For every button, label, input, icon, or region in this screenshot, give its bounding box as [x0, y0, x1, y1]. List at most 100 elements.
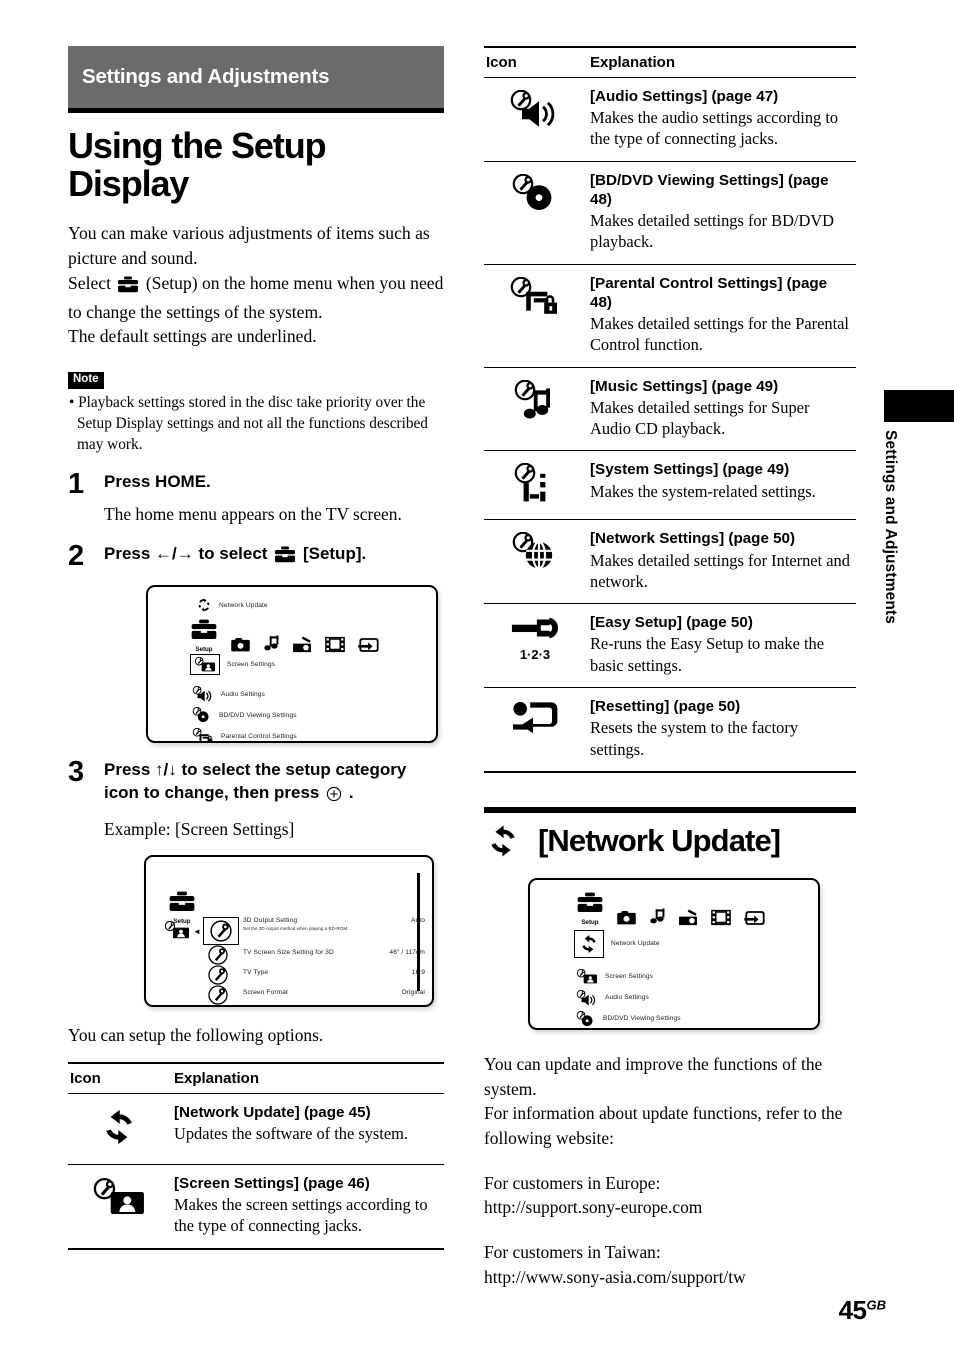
page-number: 45	[838, 1295, 867, 1325]
step-3-heading-post: .	[348, 782, 354, 802]
tv-item-audio-settings[interactable]: Audio Settings	[576, 989, 649, 1006]
step-2-heading-post: [Setup].	[302, 543, 367, 563]
table-row: [Screen Settings] (page 46) Makes the sc…	[68, 1164, 444, 1250]
option-title: [Network Update] (page 45)	[174, 1103, 371, 1121]
bd-dvd-viewing-settings-icon	[576, 1010, 593, 1026]
table-cell-icon	[484, 77, 588, 162]
tv-selected-row-box	[203, 917, 239, 946]
intro-line-2: Select (Setup) on the home menu when you…	[68, 271, 444, 325]
table-cell-explanation: [Audio Settings] (page 47) Makes the aud…	[588, 77, 856, 162]
tv-item-label: Audio Settings	[605, 994, 649, 1002]
step-3-heading-pre: Press ↑/↓ to select the setup category i…	[104, 760, 407, 802]
right-column: Icon Explanation [Audio Settings] (page …	[484, 46, 856, 1289]
taiwan-label: For customers in Taiwan:	[484, 1242, 661, 1263]
network-update-section: [Network Update] Setup Network Update Sc…	[484, 806, 856, 1290]
resetting-icon	[513, 702, 558, 734]
intro-line-2-pre: Select	[68, 272, 111, 293]
tv-item-parental-control[interactable]: Parental Control Settings	[192, 728, 297, 744]
screen-settings-icon	[576, 968, 597, 984]
parental-control-settings-icon	[192, 728, 213, 744]
tv-row-tv-screen-size[interactable]: TV Screen Size Setting for 3D 46" / 117c…	[243, 949, 425, 956]
europe-url[interactable]: http://support.sony-europe.com	[484, 1195, 856, 1220]
section-heading: [Network Update]	[484, 822, 856, 860]
table-row: [Network Settings] (page 50) Makes detai…	[484, 519, 856, 605]
tv-item-screen-settings[interactable]: Screen Settings	[576, 968, 653, 984]
screen-settings-icon	[164, 921, 189, 939]
tv-item-network-update[interactable]: Network Update	[574, 929, 660, 958]
step-2-number: 2	[68, 539, 85, 572]
tv-item-audio-settings[interactable]: Audio Settings	[192, 686, 265, 702]
audio-settings-icon	[576, 989, 596, 1006]
setup-toolbox-icon	[169, 892, 195, 912]
tv-row-label: 3D Output Setting	[243, 917, 298, 925]
step-3: 3 Press ↑/↓ to select the setup category…	[68, 756, 444, 1008]
table-cell-explanation: [Network Settings] (page 50) Makes detai…	[588, 519, 856, 605]
setup-toolbox-icon	[577, 892, 603, 912]
tv-media-icon-strip: Setup	[576, 892, 766, 926]
table-header-row: Icon Explanation	[484, 46, 856, 78]
option-title: [System Settings] (page 49)	[590, 461, 790, 479]
option-title: [BD/DVD Viewing Settings] (page 48)	[590, 171, 829, 208]
tv-row-value: Original	[401, 989, 425, 997]
bd-dvd-viewing-settings-icon	[192, 707, 209, 723]
step-2-heading-pre: Press ←/→ to select	[104, 543, 268, 563]
left-column: Settings and Adjustments Using the Setup…	[68, 46, 444, 1250]
tv-item-bd-dvd-settings[interactable]: BD/DVD Viewing Settings	[576, 1010, 681, 1027]
wrench-circle-icon	[208, 985, 228, 1006]
option-title: [Audio Settings] (page 47)	[590, 88, 779, 105]
table-cell-icon	[484, 161, 588, 265]
table-cell-explanation: [Parental Control Settings] (page 48) Ma…	[588, 264, 856, 368]
tv-screen-settings-mockup: Setup ◄ 3D Output Setting Set the 3D out…	[144, 855, 434, 1008]
option-desc: Resets the system to the factory setting…	[590, 718, 799, 759]
tv-item-screen-settings[interactable]: Screen Settings	[190, 654, 275, 676]
tv-selection-box	[190, 654, 220, 676]
step-2: 2 Press ←/→ to select [Setup]. Network U…	[68, 539, 444, 744]
table-row: [System Settings] (page 49) Makes the sy…	[484, 450, 856, 521]
chapter-header-title: Settings and Adjustments	[82, 65, 330, 88]
tv-setup-icon-group: Setup	[190, 619, 218, 653]
table-cell-icon	[484, 519, 588, 605]
note-tag: Note	[68, 372, 104, 389]
table-header-explanation: Explanation	[588, 46, 856, 78]
network-update-icon	[582, 934, 596, 953]
tv-row-desc: Set the 3D output method when playing a …	[243, 926, 349, 932]
step-3-number: 3	[68, 756, 85, 789]
option-desc: Updates the software of the system.	[174, 1123, 408, 1143]
tv-scrollbar[interactable]	[417, 873, 420, 992]
radio-icon	[293, 636, 311, 653]
option-desc: Re-runs the Easy Setup to make the basic…	[590, 634, 824, 675]
film-strip-icon	[325, 637, 345, 653]
tv-item-label: Network Update	[611, 940, 660, 948]
easy-setup-icon-caption: 1·2·3	[519, 647, 551, 663]
side-tab-block	[884, 390, 954, 422]
audio-settings-icon	[192, 686, 212, 702]
tv-item-label: Audio Settings	[221, 690, 265, 698]
tv-row-tv-type[interactable]: TV Type 16:9	[243, 969, 425, 976]
table-cell-icon	[68, 1164, 172, 1250]
photo-camera-icon	[231, 638, 250, 652]
options-table-right: Icon Explanation [Audio Settings] (page …	[484, 46, 856, 773]
tv-media-icon-strip: Setup	[190, 619, 380, 653]
table-cell-icon	[484, 687, 588, 773]
input-icon	[358, 638, 379, 653]
tv-row-screen-format[interactable]: Screen Format Original	[243, 989, 425, 996]
table-cell-icon	[484, 264, 588, 368]
tv-row-3d-output[interactable]: 3D Output Setting Auto Set the 3D output…	[243, 917, 425, 931]
tv-item-bd-dvd-settings[interactable]: BD/DVD Viewing Settings	[192, 707, 297, 723]
music-note-icon	[650, 908, 665, 924]
table-cell-icon	[484, 367, 588, 452]
parental-control-settings-icon	[510, 276, 557, 314]
taiwan-url[interactable]: http://www.sony-asia.com/support/tw	[484, 1265, 856, 1290]
easy-setup-icon: 1·2·3	[486, 616, 584, 662]
tv-item-label: Parental Control Settings	[221, 732, 297, 740]
table-cell-explanation: [Music Settings] (page 49) Makes detaile…	[588, 367, 856, 452]
option-title: [Resetting] (page 50)	[590, 698, 741, 716]
screen-settings-icon	[93, 1177, 144, 1214]
option-desc: Makes the audio settings according to th…	[590, 108, 839, 149]
table-cell-explanation: [BD/DVD Viewing Settings] (page 48) Make…	[588, 161, 856, 265]
network-settings-icon	[512, 532, 553, 570]
network-update-para-1: You can update and improve the functions…	[484, 1053, 823, 1099]
music-settings-icon	[514, 379, 550, 419]
photo-camera-icon	[617, 910, 636, 925]
option-title: [Network Settings] (page 50)	[590, 530, 796, 548]
